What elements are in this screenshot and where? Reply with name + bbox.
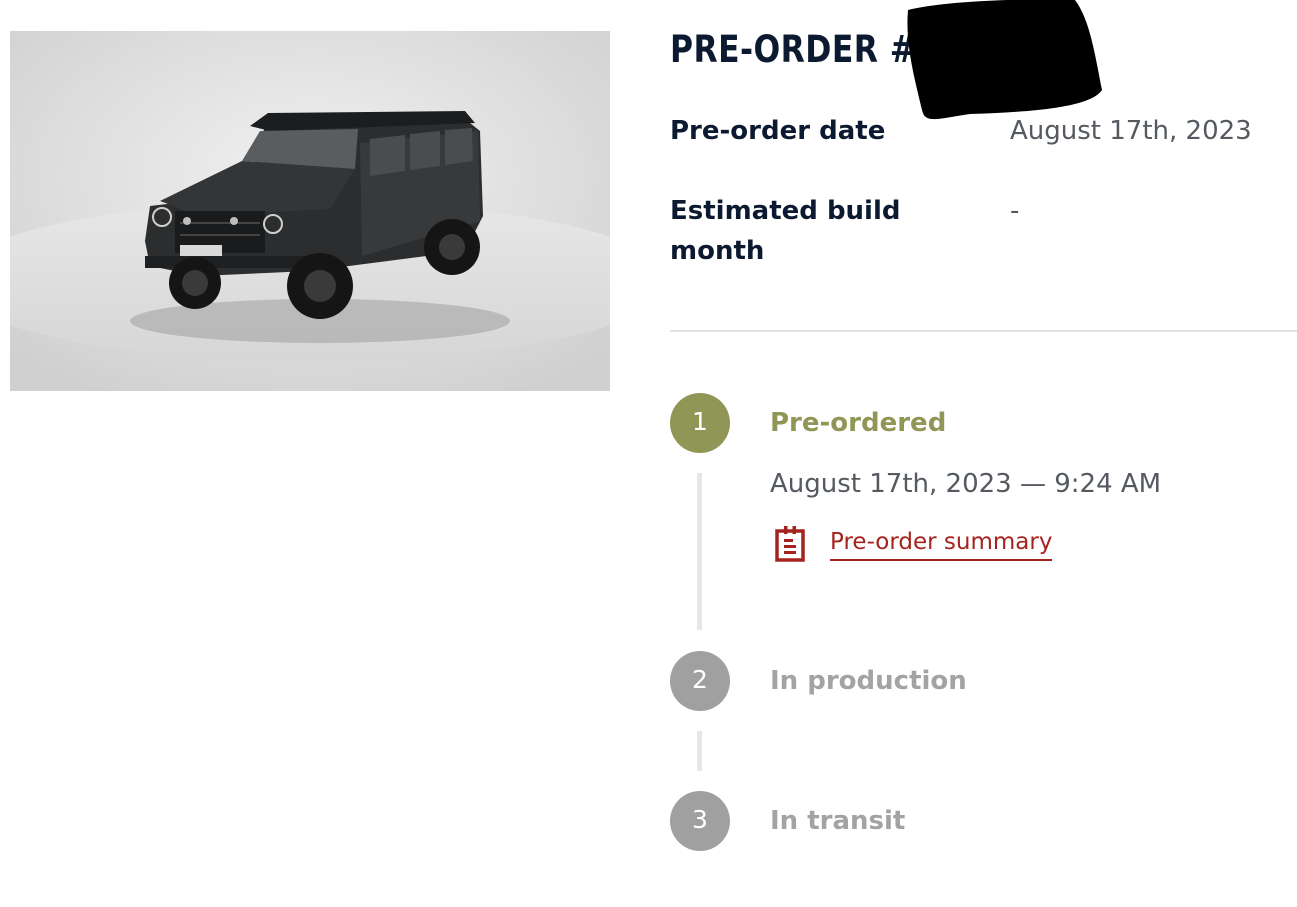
detail-value: - [1010,196,1020,226]
step-label-pre-ordered: Pre-ordered [770,408,947,438]
step-date: August 17th, 2023 — 9:24 AM [770,469,1162,499]
step-label-in-production: In production [770,666,967,696]
step-number-badge: 1 [670,393,730,453]
detail-value: August 17th, 2023 [1010,116,1252,146]
detail-row-estimated-build-month: Estimated build month - [670,191,1297,271]
divider [670,330,1297,332]
step-number-badge: 2 [670,651,730,711]
preorder-summary-link[interactable]: Pre-order summary [774,524,1053,562]
vehicle-image [10,31,610,391]
timeline-connector [697,473,702,630]
step-number-badge: 3 [670,791,730,851]
timeline-connector [697,731,702,771]
redaction-mark [907,0,1102,120]
clipboard-icon [775,526,805,562]
step-label-in-transit: In transit [770,806,906,836]
detail-row-preorder-date: Pre-order date August 17th, 2023 [670,111,1297,161]
detail-label: Pre-order date [670,116,886,146]
detail-label: Estimated build month [670,196,901,266]
preorder-summary-label: Pre-order summary [830,525,1053,561]
